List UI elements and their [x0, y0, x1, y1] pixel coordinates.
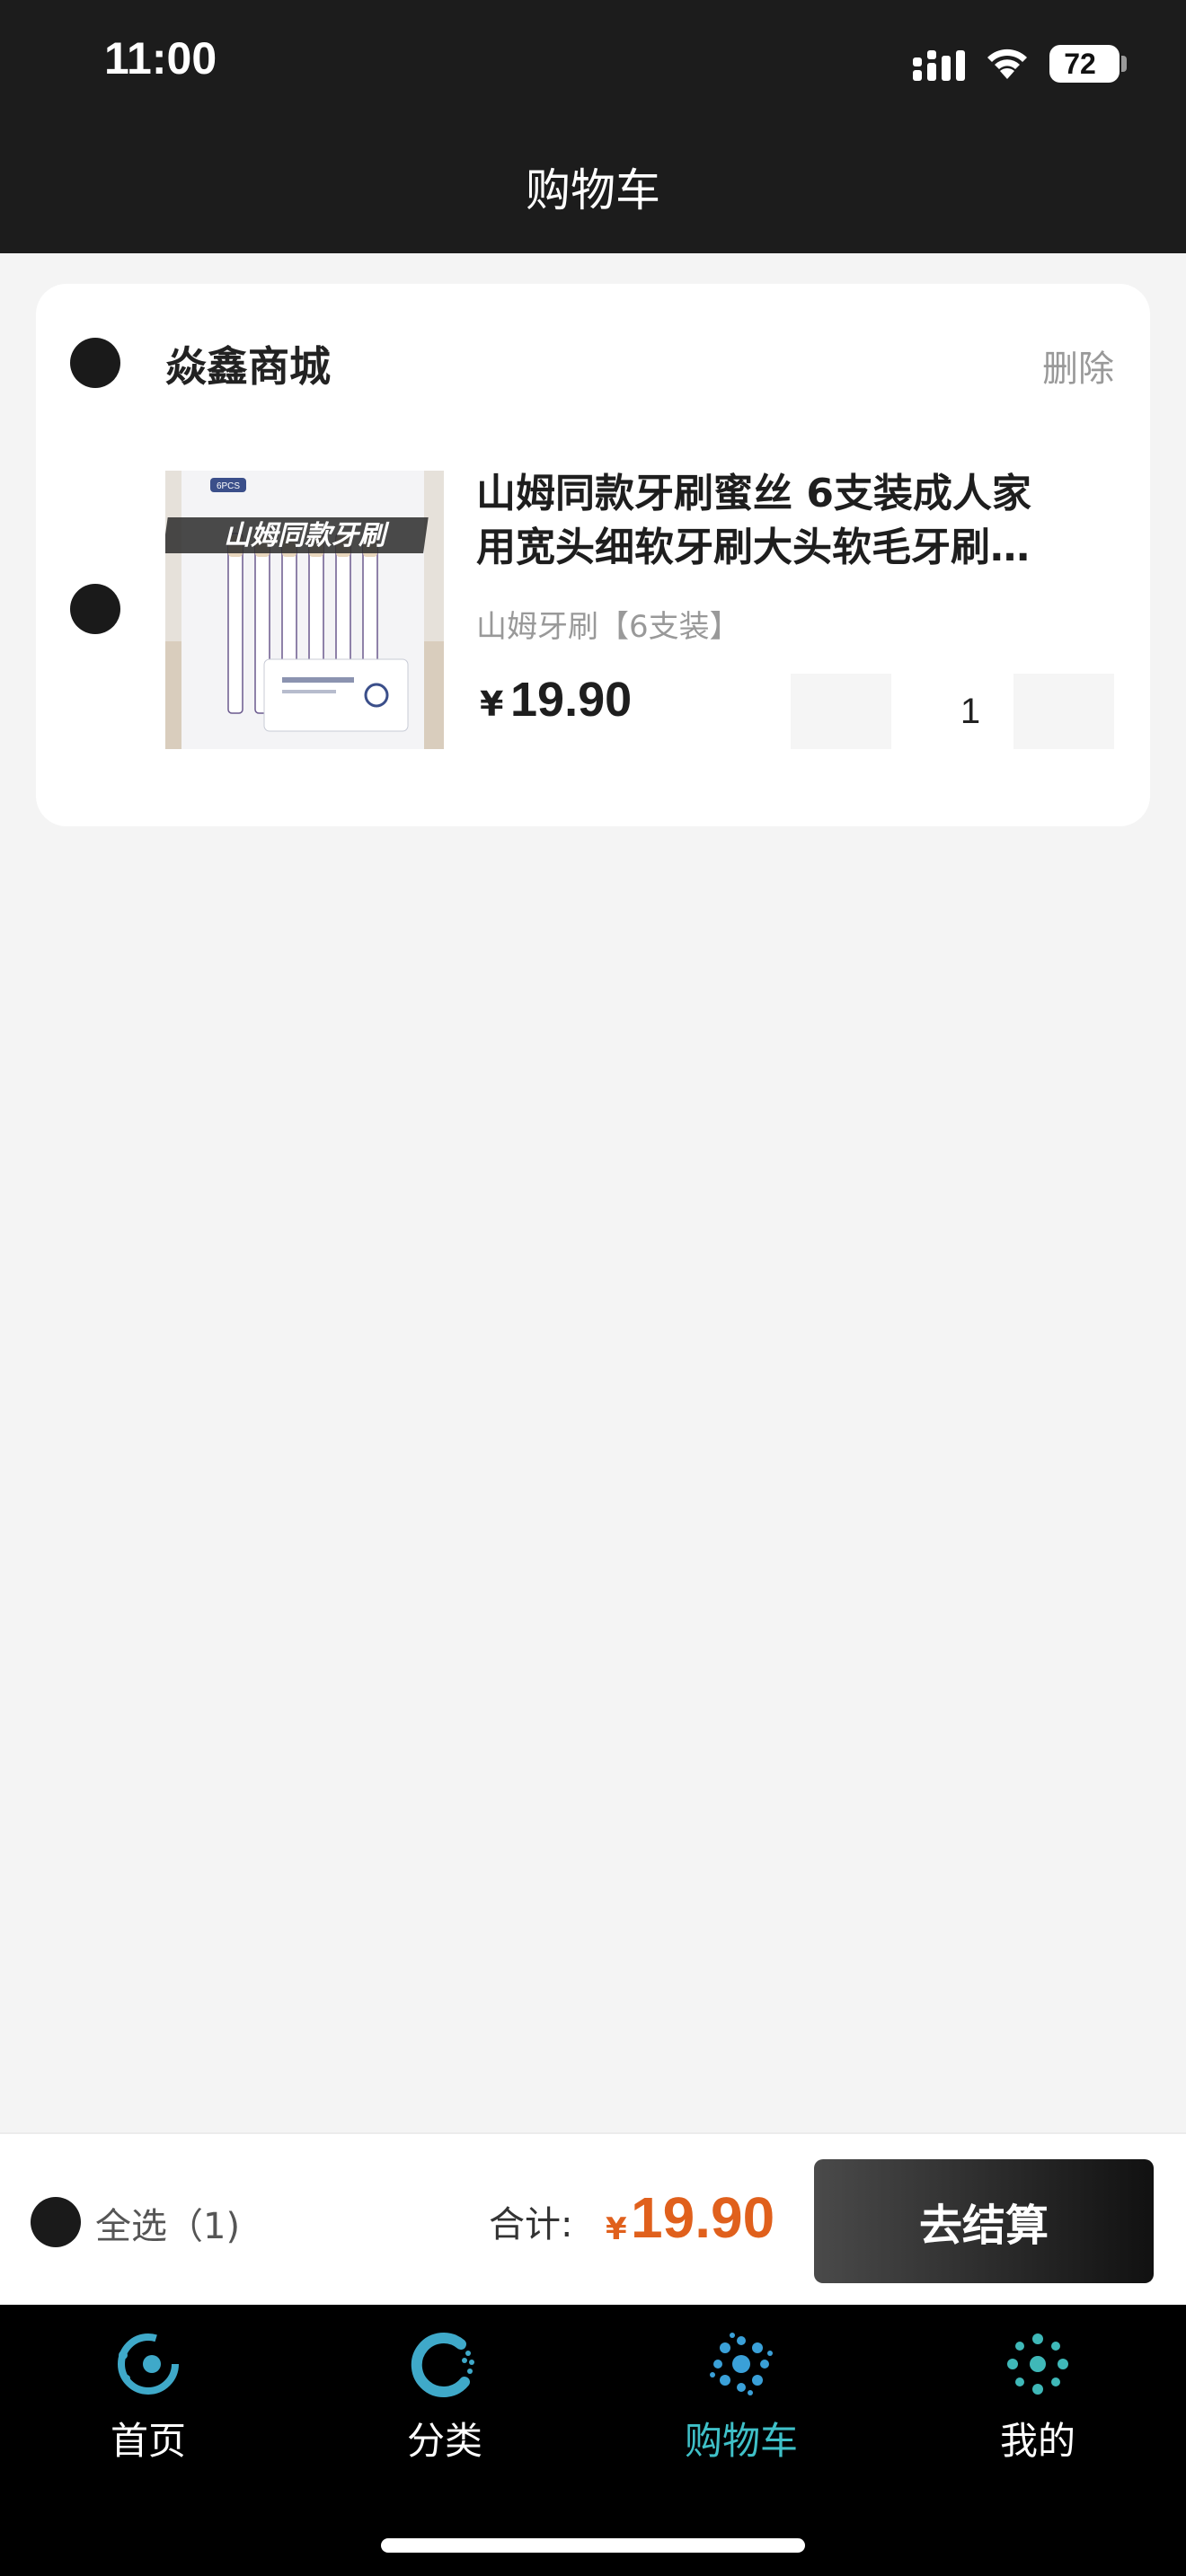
- top-header: 11:00 72 购物车: [0, 0, 1186, 253]
- checkout-button[interactable]: 去结算: [814, 2159, 1154, 2283]
- quantity-decrease-button[interactable]: [791, 674, 891, 749]
- product-title-line1: 山姆同款牙刷蜜丝 6支装成人家: [476, 471, 1031, 516]
- total-label: 合计:: [489, 2204, 573, 2245]
- tab-profile-label: 我的: [999, 2419, 1075, 2463]
- checkout-bar: 全选（1) 合计: ¥ 19.90 去结算: [0, 2132, 1186, 2305]
- shop-name[interactable]: 焱鑫商城: [165, 334, 331, 393]
- tab-category-label: 分类: [406, 2419, 482, 2463]
- tab-home-label: 首页: [110, 2419, 186, 2463]
- select-all-label[interactable]: 全选（1): [95, 2197, 240, 2249]
- total-currency: ¥: [606, 2211, 627, 2247]
- cart-shop-card: 焱鑫商城 删除 6PCS 山姆同款牙刷 山姆同款牙刷蜜丝 6支装成人家 用宽头细…: [36, 284, 1150, 826]
- signal-icon: [913, 50, 965, 81]
- battery-icon: 72: [1049, 45, 1120, 83]
- product-image[interactable]: 6PCS 山姆同款牙刷: [165, 471, 444, 749]
- product-price: 19.90: [510, 673, 633, 727]
- bottom-tab-bar: 首页 分类 购物车 我的: [0, 2305, 1186, 2576]
- shop-select-radio[interactable]: [70, 338, 120, 388]
- image-caption: 山姆同款牙刷: [224, 520, 390, 551]
- total-price: 19.90: [631, 2185, 775, 2250]
- tab-cart[interactable]: 购物车: [593, 2305, 890, 2511]
- home-icon: [118, 2333, 179, 2395]
- tab-home[interactable]: 首页: [0, 2305, 296, 2511]
- delete-button[interactable]: 删除: [1042, 340, 1114, 392]
- home-indicator[interactable]: [381, 2538, 805, 2553]
- status-time: 11:00: [104, 33, 217, 84]
- product-title-line2: 用宽头细软牙刷大头软毛牙刷…: [476, 525, 1030, 570]
- price-currency: ¥: [480, 684, 504, 724]
- tab-category[interactable]: 分类: [296, 2305, 593, 2511]
- select-all-radio[interactable]: [31, 2197, 81, 2247]
- product-title[interactable]: 山姆同款牙刷蜜丝 6支装成人家 用宽头细软牙刷大头软毛牙刷…: [476, 467, 1123, 575]
- page-title: 购物车: [526, 164, 660, 216]
- tab-profile[interactable]: 我的: [890, 2305, 1186, 2511]
- battery-level: 72: [1064, 48, 1096, 80]
- item-select-radio[interactable]: [70, 584, 120, 634]
- battery-cap: [1121, 56, 1127, 72]
- category-icon: [411, 2333, 474, 2398]
- toothbrush-pack-image: 6PCS 山姆同款牙刷: [165, 471, 444, 749]
- cart-icon: [710, 2333, 773, 2395]
- quantity-increase-button[interactable]: [1013, 674, 1114, 749]
- image-badge: 6PCS: [217, 481, 240, 491]
- profile-icon: [1007, 2333, 1068, 2395]
- tab-cart-label: 购物车: [684, 2419, 798, 2463]
- wifi-icon: [987, 49, 1027, 79]
- product-spec[interactable]: 山姆牙刷【6支装】: [476, 602, 740, 646]
